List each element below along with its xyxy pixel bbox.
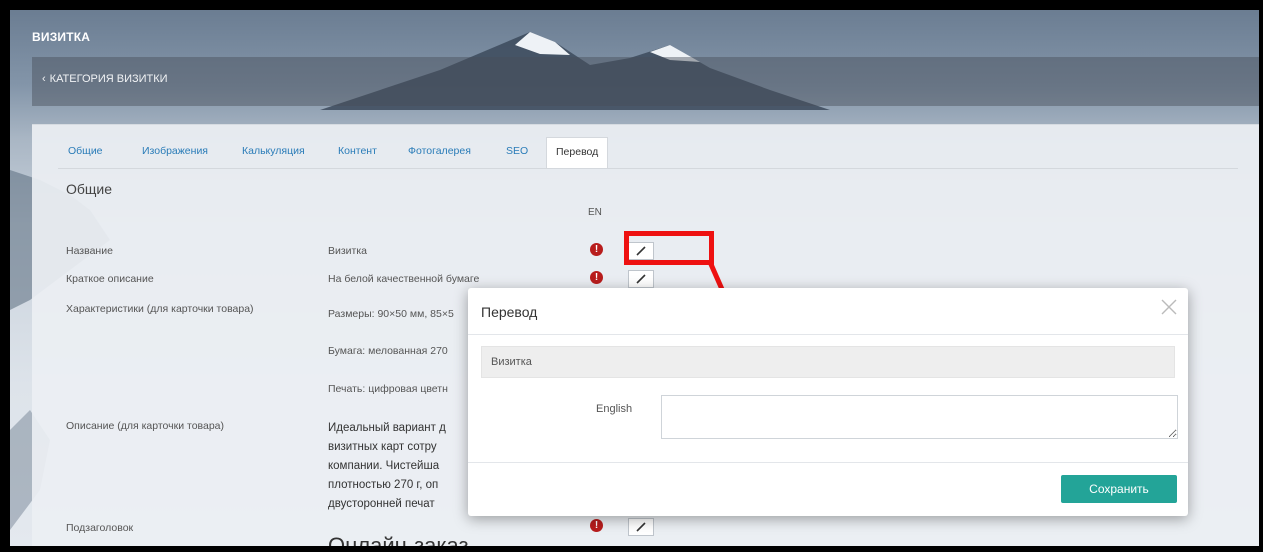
tab-general[interactable]: Общие	[68, 137, 103, 166]
modal-footer-divider	[468, 462, 1188, 463]
annotation-highlight-box	[624, 231, 714, 265]
english-translation-input[interactable]	[661, 395, 1178, 439]
characteristics-line: Печать: цифровая цветн	[328, 383, 448, 395]
chevron-left-icon: ‹	[42, 73, 46, 85]
characteristics-line: Размеры: 90×50 мм, 85×5	[328, 308, 454, 320]
tab-divider	[58, 168, 1238, 169]
tab-calculation[interactable]: Калькуляция	[242, 137, 305, 166]
row-label-name: Название	[66, 245, 113, 257]
modal-header: Перевод	[468, 288, 1188, 335]
tab-gallery[interactable]: Фотогалерея	[408, 137, 471, 166]
tab-images[interactable]: Изображения	[142, 137, 208, 166]
app-title: ВИЗИТКА	[32, 30, 91, 44]
translation-modal: Перевод Визитка English Сохранить	[468, 288, 1188, 516]
screenshot-frame: ВИЗИТКА ‹ КАТЕГОРИЯ ВИЗИТКИ Общие Изображ…	[0, 0, 1263, 552]
edit-translation-button[interactable]	[628, 270, 654, 288]
english-field-label: English	[596, 403, 633, 415]
subtitle-value: Онлайн-заказ	[328, 533, 469, 552]
subheader-bar: ‹ КАТЕГОРИЯ ВИЗИТКИ	[32, 57, 1259, 106]
row-value-short-desc: На белой качественной бумаге	[328, 273, 480, 285]
warning-icon: !	[590, 271, 603, 284]
warning-icon: !	[590, 243, 603, 256]
characteristics-line: Бумага: мелованная 270	[328, 345, 448, 357]
row-label-subtitle: Подзаголовок	[66, 522, 134, 534]
lang-column-header: EN	[588, 207, 602, 218]
warning-icon: !	[590, 519, 603, 532]
row-label-short-desc: Краткое описание	[66, 273, 154, 285]
row-label-description: Описание (для карточки товара)	[66, 420, 225, 432]
modal-title: Перевод	[481, 304, 538, 320]
tab-translation[interactable]: Перевод	[546, 137, 609, 169]
section-title: Общие	[66, 181, 113, 197]
source-text-box: Визитка	[481, 346, 1175, 378]
save-button[interactable]: Сохранить	[1061, 475, 1177, 503]
pencil-icon	[636, 522, 646, 532]
edit-translation-button[interactable]	[628, 518, 654, 536]
row-value-name: Визитка	[328, 245, 368, 257]
back-link-label: КАТЕГОРИЯ ВИЗИТКИ	[49, 73, 168, 85]
tab-seo[interactable]: SEO	[506, 137, 528, 166]
source-text: Визитка	[491, 356, 532, 368]
close-icon[interactable]	[1160, 298, 1178, 316]
tab-content[interactable]: Контент	[338, 137, 377, 166]
pencil-icon	[636, 274, 646, 284]
row-label-characteristics: Характеристики (для карточки товара)	[66, 303, 254, 315]
back-link[interactable]: ‹ КАТЕГОРИЯ ВИЗИТКИ	[42, 73, 168, 85]
